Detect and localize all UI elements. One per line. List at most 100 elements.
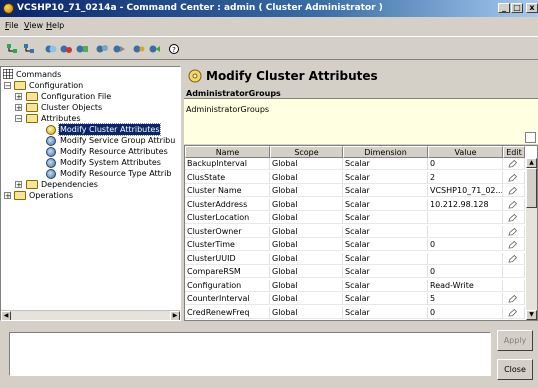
attribute-value-text: AdministratorGroups xyxy=(186,105,270,114)
table-cell-edit xyxy=(503,266,525,278)
scroll-left-button[interactable]: ◀ xyxy=(1,311,11,320)
apply-button[interactable]: Apply xyxy=(497,330,533,351)
table-cell: Scalar xyxy=(343,293,428,305)
menu-help[interactable]: Help xyxy=(46,17,64,35)
resize-handle[interactable] xyxy=(525,132,536,143)
scroll-right-button[interactable]: ▶ xyxy=(170,311,180,320)
tree-label: Cluster Objects xyxy=(41,103,103,112)
table-cell-value: 5 xyxy=(428,293,503,305)
menu-view[interactable]: View xyxy=(24,17,43,35)
tree-label: Configuration File xyxy=(41,92,112,101)
edit-icon[interactable] xyxy=(508,227,517,236)
column-header-dimension[interactable]: Dimension xyxy=(343,146,428,158)
maximize-button[interactable]: □ xyxy=(511,3,523,13)
table-cell-value: 2 xyxy=(428,171,503,184)
table-cell: Global xyxy=(270,171,343,184)
table-cell-value: 10.212.98.128 xyxy=(428,198,503,211)
tree-label: Modify Service Group Attribu xyxy=(60,136,176,145)
scrollbar-thumb[interactable] xyxy=(526,168,537,208)
edit-icon[interactable] xyxy=(508,214,517,222)
table-cell-edit xyxy=(503,279,525,292)
grid-icon xyxy=(3,69,13,79)
folder-open-icon xyxy=(14,81,26,90)
expand-icon[interactable]: + xyxy=(15,181,22,189)
table-vertical-scrollbar[interactable]: ▲ ▼ xyxy=(526,158,537,320)
edit-icon[interactable] xyxy=(508,200,517,209)
table-cell: Scalar xyxy=(343,239,428,251)
table-cell: ClusterTime xyxy=(185,239,270,251)
cluster-attributes-icon xyxy=(188,69,202,83)
table-cell: Global xyxy=(270,306,343,319)
collapse-icon[interactable]: − xyxy=(4,82,11,90)
app-icon xyxy=(3,3,14,14)
resource-icon[interactable] xyxy=(76,44,88,54)
table-cell: CompareRSM xyxy=(185,266,270,278)
expand-icon[interactable]: + xyxy=(15,93,22,101)
table-cell: Global xyxy=(270,212,343,224)
type-icon[interactable] xyxy=(113,44,125,54)
group-icon[interactable] xyxy=(60,44,72,54)
scroll-up-button[interactable]: ▲ xyxy=(526,158,537,168)
output-text-area[interactable] xyxy=(9,332,491,376)
edit-icon[interactable] xyxy=(508,308,517,317)
close-button[interactable]: Close xyxy=(497,359,533,380)
window-title: VCSHP10_71_0214a - Command Center : admi… xyxy=(17,3,383,13)
table-cell: Configuration xyxy=(185,279,270,292)
attribute-group-header: AdministratorGroups xyxy=(184,88,538,99)
table-cell: Scalar xyxy=(343,212,428,224)
edit-icon[interactable] xyxy=(508,173,517,182)
menu-file[interactable]: File xyxy=(5,17,18,35)
refresh-icon[interactable] xyxy=(149,44,161,54)
expand-icon[interactable]: + xyxy=(15,104,22,112)
collapse-icon[interactable]: − xyxy=(15,115,22,123)
window-title-bar: VCSHP10_71_0214a - Command Center : admi… xyxy=(0,0,538,17)
table-cell-value: 0 xyxy=(428,239,503,251)
system-icon[interactable] xyxy=(96,44,108,54)
tree-horizontal-scrollbar[interactable]: ◀ ▶ xyxy=(1,310,180,320)
resource-icon xyxy=(46,147,56,157)
config-icon[interactable] xyxy=(133,44,145,54)
edit-icon[interactable] xyxy=(508,187,517,195)
table-cell: ClusState xyxy=(185,171,270,184)
table-cell: Scalar xyxy=(343,198,428,211)
table-cell: Scalar xyxy=(343,185,428,197)
table-cell-value xyxy=(428,225,503,238)
expand-icon[interactable]: + xyxy=(4,192,11,200)
scroll-down-button[interactable]: ▼ xyxy=(526,310,537,320)
column-header-scope[interactable]: Scope xyxy=(270,146,343,158)
tree-label: Attributes xyxy=(41,114,81,123)
table-cell: Scalar xyxy=(343,266,428,278)
column-header-name[interactable]: Name xyxy=(185,146,270,158)
edit-icon[interactable] xyxy=(508,254,517,263)
table-cell-value: Read-Write xyxy=(428,279,503,292)
folder-icon xyxy=(26,103,38,112)
table-cell: ClusterUUID xyxy=(185,252,270,265)
column-header-value[interactable]: Value xyxy=(428,146,503,158)
table-cell: Global xyxy=(270,198,343,211)
table-cell: ClusterLocation xyxy=(185,212,270,224)
tree-toggle-icon[interactable] xyxy=(7,44,19,54)
table-cell-edit xyxy=(503,225,525,238)
table-cell: ClusterAddress xyxy=(185,198,270,211)
table-cell: Scalar xyxy=(343,225,428,238)
minimize-button[interactable]: _ xyxy=(498,3,510,13)
help-icon[interactable]: ? xyxy=(169,44,181,54)
connect-icon[interactable] xyxy=(45,44,57,54)
tree-label: Modify Resource Attributes xyxy=(60,147,168,156)
table-cell: Global xyxy=(270,279,343,292)
attribute-value-area[interactable]: AdministratorGroups xyxy=(184,99,538,144)
edit-icon[interactable] xyxy=(508,295,517,303)
table-cell: BackupInterval xyxy=(185,158,270,170)
tree-expand-icon[interactable] xyxy=(24,44,36,54)
table-cell: Global xyxy=(270,225,343,238)
edit-icon[interactable] xyxy=(508,241,517,249)
edit-icon[interactable] xyxy=(508,160,517,168)
close-window-button[interactable]: x xyxy=(526,3,538,13)
tree-label: Commands xyxy=(16,70,62,79)
table-cell: Scalar xyxy=(343,158,428,170)
table-cell: Scalar xyxy=(343,306,428,319)
table-cell-edit xyxy=(503,198,525,211)
table-cell-value: VCSHP10_71_02... xyxy=(428,185,503,197)
table-cell-value: 0 xyxy=(428,306,503,319)
column-header-edit[interactable]: Edit xyxy=(503,146,525,158)
